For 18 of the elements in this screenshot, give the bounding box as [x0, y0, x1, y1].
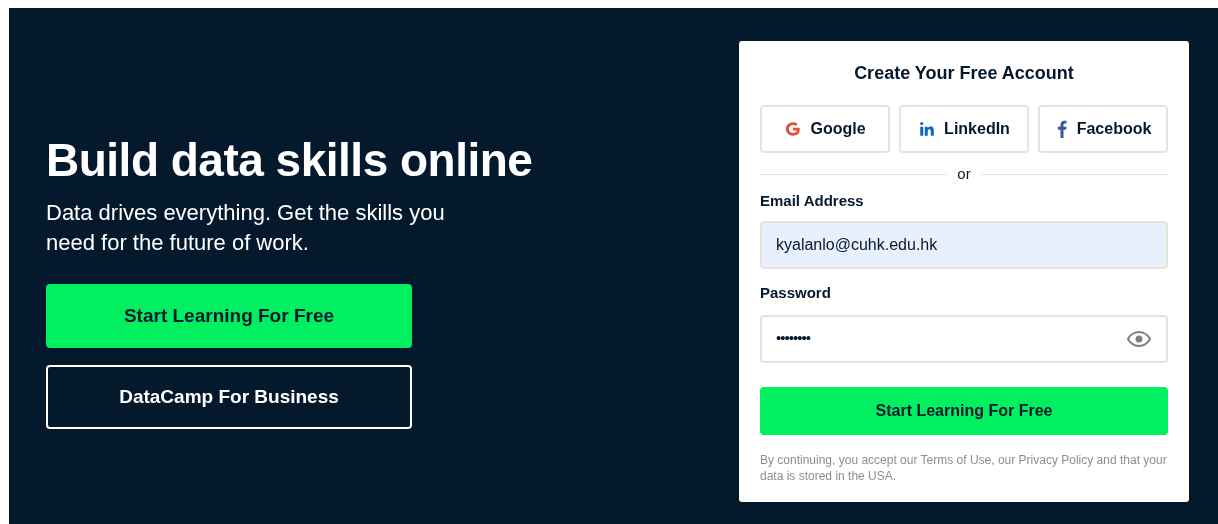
- signup-title: Create Your Free Account: [853, 62, 1075, 85]
- password-label: Password: [760, 283, 832, 303]
- divider-label: or: [957, 164, 971, 184]
- hero-subtitle: Data drives everything. Get the skills you need for the future of work.: [46, 199, 446, 257]
- social-login-button[interactable]: Google: [760, 105, 890, 153]
- submit-button[interactable]: Start Learning For Free: [760, 386, 1168, 435]
- social-login-button[interactable]: LinkedIn: [899, 105, 1029, 153]
- social-login-button[interactable]: Facebook: [1038, 105, 1168, 153]
- business-button[interactable]: DataCamp For Business: [46, 365, 412, 429]
- show-password-icon[interactable]: [1126, 329, 1152, 348]
- hero-title: Build data skills online: [46, 133, 534, 188]
- email-field[interactable]: kyalanlo@cuhk.edu.hk: [760, 221, 1168, 269]
- legal-notice: By continuing, you accept our Terms of Use, our Privacy Policy and that your data is stored in the USA.: [760, 451, 1168, 484]
- linkedin-icon: [918, 120, 937, 138]
- email-label: Email Address: [760, 190, 865, 211]
- start-learning-button[interactable]: Start Learning For Free: [46, 284, 412, 348]
- google-icon: [784, 120, 803, 138]
- password-field[interactable]: ••••••••: [760, 314, 1168, 363]
